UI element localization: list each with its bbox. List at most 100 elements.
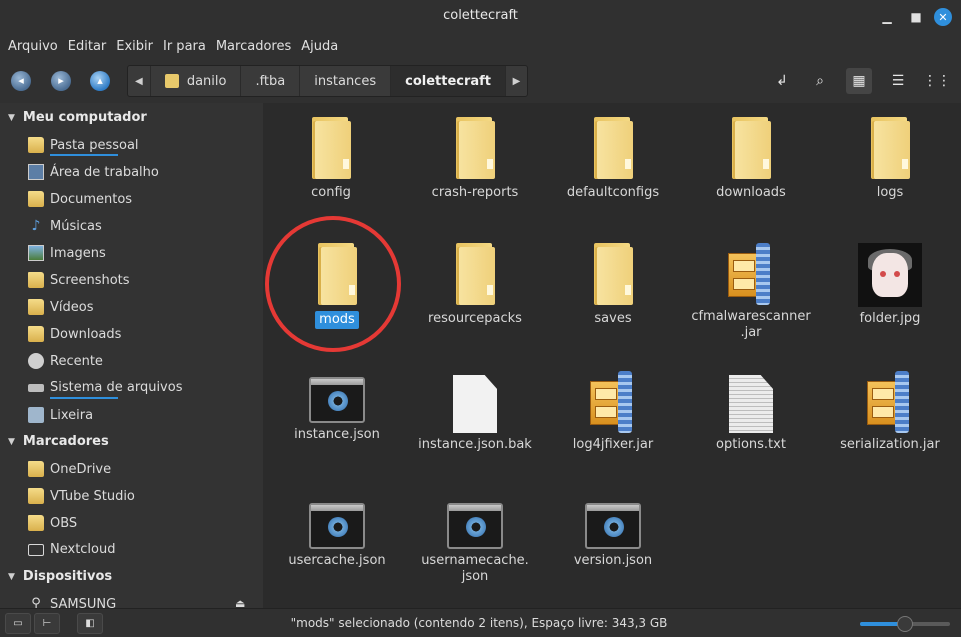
sidebar: ▼ Meu computador Pasta pessoal Área de tr…: [0, 103, 263, 608]
menu-bar: Arquivo Editar Exibir Ir para Marcadores…: [0, 33, 961, 60]
sidebar-section-marcadores[interactable]: ▼ Marcadores: [8, 434, 109, 449]
archive-jar-icon: [588, 371, 638, 433]
folder-icon: [453, 243, 497, 307]
file-item-folder-jpg[interactable]: folder.jpg: [823, 243, 957, 327]
executable-file-icon: [309, 503, 365, 549]
show-tree-icon[interactable]: ⊢: [34, 613, 60, 634]
file-item-version-json[interactable]: version.json: [546, 497, 680, 569]
breadcrumb-label: danilo: [186, 73, 227, 89]
breadcrumb-item-ftba[interactable]: .ftba: [240, 66, 299, 96]
sidebar-item-obs[interactable]: OBS: [28, 515, 77, 531]
folder-icon: [28, 488, 44, 504]
toggle-location-icon[interactable]: ↲: [769, 68, 795, 94]
sidebar-item-vtube-studio[interactable]: VTube Studio: [28, 488, 135, 504]
folder-icon: [591, 243, 635, 307]
file-item-config[interactable]: config: [264, 117, 398, 201]
file-item-usernamecache-json[interactable]: usernamecache. json: [408, 497, 542, 585]
archive-jar-icon: [726, 243, 776, 305]
sidebar-item-area-de-trabalho[interactable]: Área de trabalho: [28, 164, 159, 180]
sidebar-item-documentos[interactable]: Documentos: [28, 191, 132, 207]
breadcrumb-item-danilo[interactable]: danilo: [149, 66, 241, 96]
executable-file-icon: [447, 503, 503, 549]
text-file-icon: [729, 375, 773, 433]
menu-ir-para[interactable]: Ir para: [159, 39, 210, 54]
hide-sidebar-icon[interactable]: ◧: [77, 613, 103, 634]
menu-exibir[interactable]: Exibir: [112, 39, 157, 54]
title-bar: colettecraft ▁ ■ ✕: [0, 0, 961, 33]
arrow-right-icon: ▸: [58, 74, 64, 87]
close-icon[interactable]: ✕: [934, 8, 952, 26]
disk-usage-bar: [50, 397, 118, 399]
breadcrumb-item-colettecraft[interactable]: colettecraft: [390, 66, 506, 96]
sidebar-item-screenshots[interactable]: Screenshots: [28, 272, 130, 288]
highlight-circle: [265, 216, 401, 352]
file-item-usercache-json[interactable]: usercache.json: [270, 497, 404, 569]
sidebar-section-meu-computador[interactable]: ▼ Meu computador: [8, 110, 147, 125]
window-title: colettecraft: [443, 8, 518, 23]
disk-usage-bar: [50, 154, 118, 156]
file-item-logs[interactable]: logs: [823, 117, 957, 201]
compact-view-icon[interactable]: ⋮⋮: [923, 68, 951, 94]
menu-arquivo[interactable]: Arquivo: [4, 39, 62, 54]
executable-file-icon: [585, 503, 641, 549]
file-item-serialization-jar[interactable]: serialization.jar: [823, 371, 957, 453]
expand-triangle-icon: ▼: [8, 436, 15, 447]
file-item-crash-reports[interactable]: crash-reports: [408, 117, 542, 201]
minimize-icon[interactable]: ▁: [878, 8, 896, 26]
menu-editar[interactable]: Editar: [64, 39, 111, 54]
folder-icon: [28, 461, 44, 477]
folder-icon: [309, 117, 353, 181]
sidebar-item-nextcloud[interactable]: Nextcloud: [28, 542, 116, 557]
file-item-options-txt[interactable]: options.txt: [684, 371, 818, 453]
folder-icon: [453, 117, 497, 181]
music-icon: ♪: [31, 218, 41, 234]
folder-icon: [28, 272, 44, 288]
toolbar: ◂ ▸ ▴ ◀ danilo .ftba instances colettecr…: [0, 60, 961, 103]
folder-icon: [868, 117, 912, 181]
list-view-icon[interactable]: ☰: [885, 68, 911, 94]
file-item-instance-json-bak[interactable]: instance.json.bak: [408, 371, 542, 453]
sidebar-item-pasta-pessoal[interactable]: Pasta pessoal: [28, 137, 139, 153]
sidebar-item-onedrive[interactable]: OneDrive: [28, 461, 111, 477]
folder-icon: [28, 515, 44, 531]
sidebar-item-lixeira[interactable]: Lixeira: [28, 407, 93, 423]
file-item-log4jfixer-jar[interactable]: log4jfixer.jar: [546, 371, 680, 453]
sidebar-item-samsung[interactable]: ⚲ SAMSUNG: [28, 596, 116, 608]
eject-icon[interactable]: ⏏: [235, 597, 245, 608]
home-folder-icon: [28, 137, 44, 153]
usb-icon: ⚲: [31, 596, 41, 608]
file-item-cfmalwarescanner-jar[interactable]: cfmalwarescanner .jar: [684, 243, 818, 341]
trash-icon: [28, 407, 44, 423]
sidebar-item-musicas[interactable]: ♪ Músicas: [28, 218, 102, 234]
show-places-icon[interactable]: ▭: [5, 613, 31, 634]
sidebar-section-dispositivos[interactable]: ▼ Dispositivos: [8, 569, 112, 584]
forward-button[interactable]: ▸: [51, 71, 71, 91]
sidebar-item-imagens[interactable]: Imagens: [28, 245, 106, 261]
breadcrumb-right-icon[interactable]: ▶: [505, 66, 527, 96]
icon-view-icon[interactable]: ▦: [846, 68, 872, 94]
up-button[interactable]: ▴: [90, 71, 110, 91]
videos-folder-icon: [28, 299, 44, 315]
file-item-instance-json[interactable]: instance.json: [270, 371, 404, 443]
breadcrumb-left-icon[interactable]: ◀: [128, 66, 150, 96]
file-item-downloads[interactable]: downloads: [684, 117, 818, 201]
folder-icon: [591, 117, 635, 181]
search-icon[interactable]: ⌕: [807, 68, 833, 94]
sidebar-item-downloads[interactable]: Downloads: [28, 326, 121, 342]
file-item-defaultconfigs[interactable]: defaultconfigs: [546, 117, 680, 201]
maximize-icon[interactable]: ■: [907, 8, 925, 26]
pictures-icon: [28, 245, 44, 261]
back-button[interactable]: ◂: [11, 71, 31, 91]
menu-ajuda[interactable]: Ajuda: [297, 39, 342, 54]
zoom-slider-handle[interactable]: [897, 616, 913, 632]
sidebar-item-sistema-de-arquivos[interactable]: Sistema de arquivos: [28, 380, 182, 395]
sidebar-item-videos[interactable]: Vídeos: [28, 299, 93, 315]
breadcrumb: ◀ danilo .ftba instances colettecraft ▶: [127, 65, 528, 97]
file-item-resourcepacks[interactable]: resourcepacks: [408, 243, 542, 327]
menu-marcadores[interactable]: Marcadores: [212, 39, 295, 54]
file-item-saves[interactable]: saves: [546, 243, 680, 327]
sidebar-item-recente[interactable]: Recente: [28, 353, 103, 369]
breadcrumb-item-instances[interactable]: instances: [299, 66, 390, 96]
expand-triangle-icon: ▼: [8, 112, 15, 123]
zoom-slider[interactable]: [860, 616, 950, 632]
